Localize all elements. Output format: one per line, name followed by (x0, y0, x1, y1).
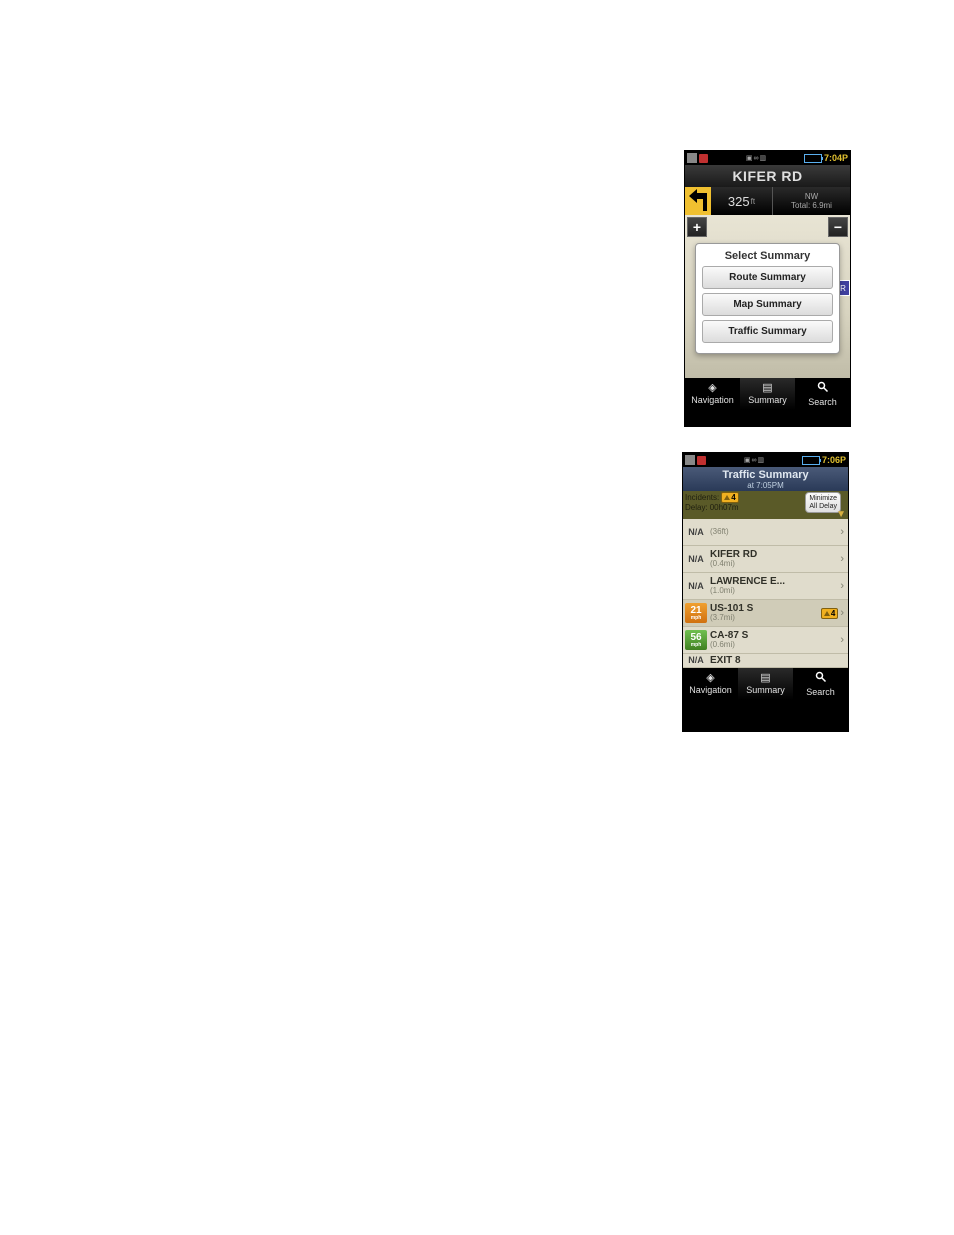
direction-box: NW Total: 6.9mi (773, 187, 850, 215)
traffic-summary-subtitle: at 7:05PM (683, 481, 848, 490)
speed-badge: N/A (685, 654, 707, 668)
route-summary-button[interactable]: Route Summary (702, 266, 833, 289)
status-center-icons: ▣∞▥ (746, 154, 766, 162)
nav-tab-search[interactable]: Search (795, 378, 850, 410)
nav-tab-navigation[interactable]: ◈ Navigation (685, 378, 740, 410)
turn-left-icon (685, 187, 711, 215)
phone-screenshot-2: ▣∞▥ 7:06P Traffic Summary at 7:05PM Inci… (682, 452, 849, 732)
diamond-icon: ◈ (706, 673, 714, 684)
nav-tab-label: Summary (748, 395, 787, 405)
traffic-road: EXIT 8 (710, 655, 846, 666)
incidents-label: Incidents: (685, 493, 719, 502)
diamond-icon: ◈ (708, 383, 716, 394)
status-red-icon (699, 154, 708, 163)
speed-badge: N/A (685, 576, 707, 596)
chevron-right-icon: › (840, 580, 846, 592)
status-time: 7:04P (824, 153, 848, 163)
speed-badge: 56 mph (685, 630, 707, 650)
nav-tab-summary[interactable]: ▤ Summary (738, 668, 793, 700)
battery-icon (802, 456, 820, 465)
traffic-summary-button[interactable]: Traffic Summary (702, 320, 833, 343)
turn-distance: 325 ft (711, 187, 773, 215)
traffic-distance: (0.6mi) (710, 641, 840, 650)
status-center-icons: ▣∞▥ (744, 456, 764, 464)
nav-info-bar: 325 ft NW Total: 6.9mi (685, 187, 850, 215)
traffic-list[interactable]: N/A (36ft) › N/A KIFER RD (0.4mi) › N/A … (683, 519, 848, 668)
traffic-row[interactable]: N/A EXIT 8 (683, 654, 848, 668)
nav-tab-summary[interactable]: ▤ Summary (740, 378, 795, 410)
traffic-summary-header: Traffic Summary at 7:05PM (683, 467, 848, 491)
delay-label: Delay: (685, 503, 708, 512)
traffic-meta-bar: Incidents: 4 Delay: 00h07m Minimize All … (683, 491, 848, 519)
traffic-row[interactable]: 21 mph US-101 S (3.7mi) 4 › (683, 600, 848, 627)
nav-tab-search[interactable]: Search (793, 668, 848, 700)
signal-icon (687, 153, 697, 163)
delay-value: 00h07m (710, 503, 739, 512)
nav-tab-label: Search (808, 397, 837, 407)
status-bar: ▣∞▥ 7:04P (685, 151, 850, 165)
traffic-summary-title: Traffic Summary (683, 469, 848, 481)
nav-tab-label: Search (806, 687, 835, 697)
status-red-icon (697, 456, 706, 465)
zoom-in-button[interactable]: + (687, 217, 707, 237)
traffic-distance: (36ft) (710, 528, 840, 537)
select-summary-popup: Select Summary Route Summary Map Summary… (695, 243, 840, 354)
list-icon: ▤ (760, 673, 770, 684)
current-road-title: KIFER RD (685, 165, 850, 187)
list-icon: ▤ (762, 383, 772, 394)
phone-screenshot-1: ▣∞▥ 7:04P KIFER RD 325 ft NW Total: 6.9m… (684, 150, 851, 427)
popup-title: Select Summary (702, 250, 833, 262)
chevron-right-icon: › (840, 607, 846, 619)
zoom-out-button[interactable]: − (828, 217, 848, 237)
chevron-right-icon: › (840, 526, 846, 538)
search-icon (815, 671, 827, 686)
traffic-distance: (3.7mi) (710, 614, 821, 623)
nav-tab-label: Summary (746, 685, 785, 695)
status-bar: ▣∞▥ 7:06P (683, 453, 848, 467)
heading-direction: NW (805, 192, 818, 201)
distance-value: 325 (728, 194, 750, 209)
signal-icon (685, 455, 695, 465)
traffic-distance: (0.4mi) (710, 560, 840, 569)
distance-unit: ft (751, 197, 755, 206)
status-time: 7:06P (822, 455, 846, 465)
bottom-nav: ◈ Navigation ▤ Summary Search (683, 668, 848, 700)
bottom-nav: ◈ Navigation ▤ Summary Search (685, 378, 850, 410)
speed-badge: N/A (685, 549, 707, 569)
battery-icon (804, 154, 822, 163)
traffic-row[interactable]: N/A KIFER RD (0.4mi) › (683, 546, 848, 573)
chevron-right-icon: › (840, 553, 846, 565)
incident-warn-badge: 4 (821, 608, 838, 619)
traffic-row[interactable]: N/A LAWRENCE E... (1.0mi) › (683, 573, 848, 600)
map-area[interactable]: + − R Select Summary Route Summary Map S… (685, 215, 850, 378)
minimize-line2: All Delay (809, 503, 837, 511)
speed-badge: N/A (685, 522, 707, 542)
traffic-row[interactable]: 56 mph CA-87 S (0.6mi) › (683, 627, 848, 654)
nav-tab-navigation[interactable]: ◈ Navigation (683, 668, 738, 700)
incidents-count-badge: 4 (721, 492, 738, 503)
chevron-right-icon: › (840, 634, 846, 646)
nav-tab-label: Navigation (689, 685, 732, 695)
traffic-row[interactable]: N/A (36ft) › (683, 519, 848, 546)
traffic-distance: (1.0mi) (710, 587, 840, 596)
search-icon (817, 381, 829, 396)
nav-tab-label: Navigation (691, 395, 734, 405)
minimize-line1: Minimize (809, 495, 837, 503)
total-distance: Total: 6.9mi (791, 201, 832, 210)
map-summary-button[interactable]: Map Summary (702, 293, 833, 316)
speed-badge: 21 mph (685, 603, 707, 623)
